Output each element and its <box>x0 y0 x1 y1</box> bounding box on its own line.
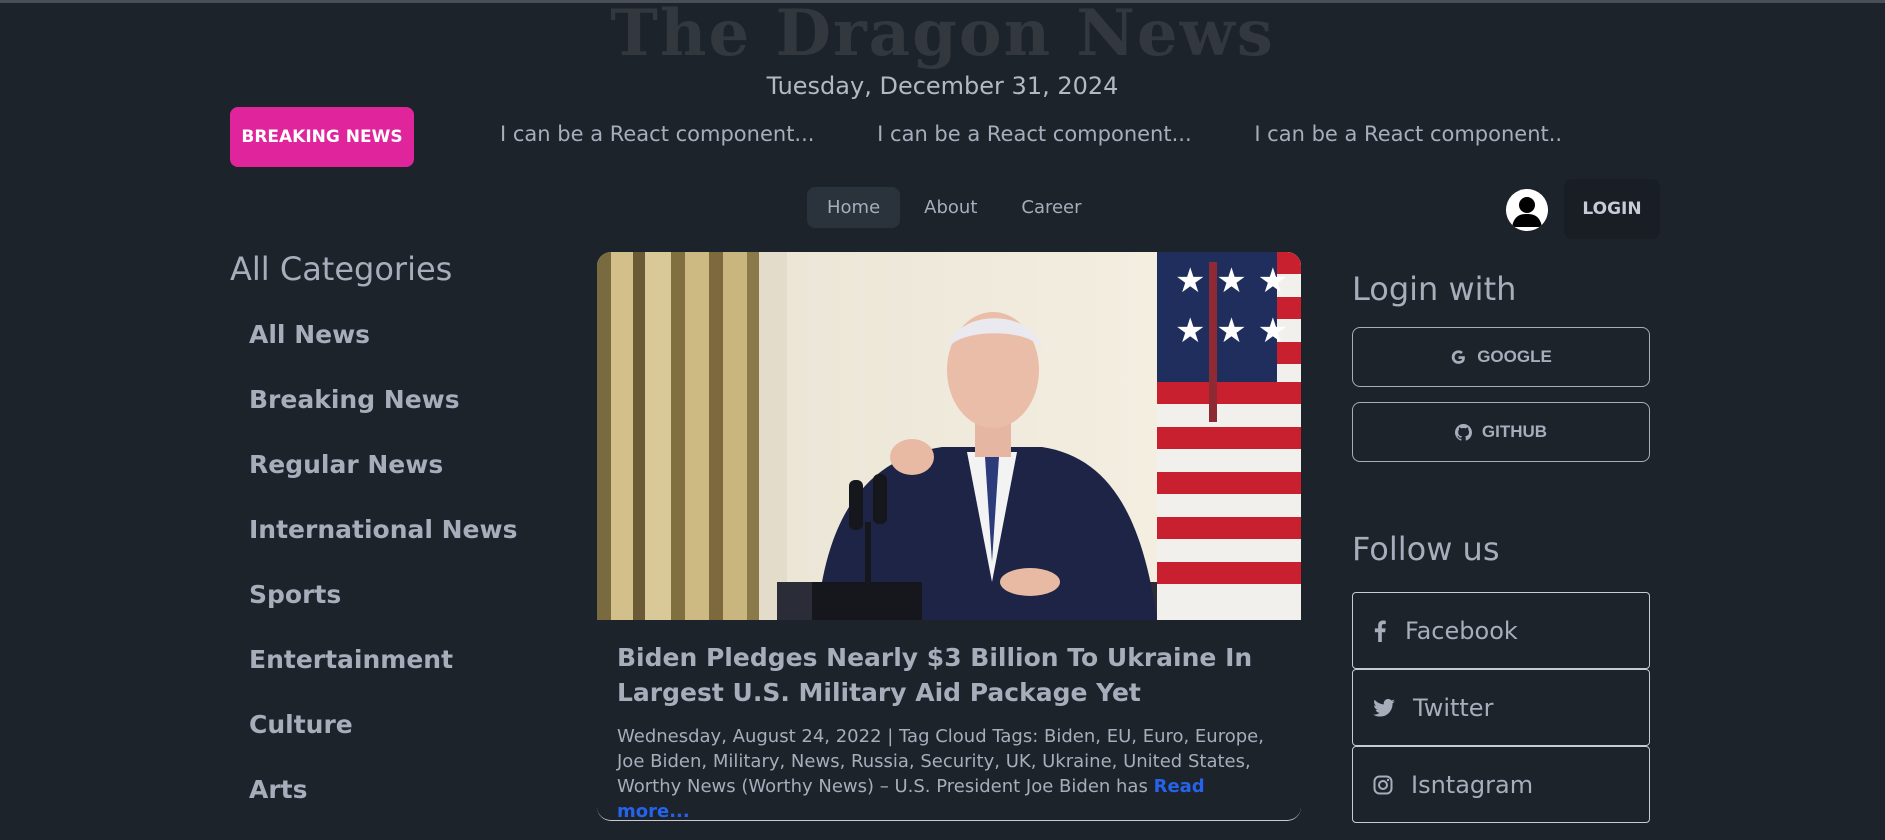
login-button[interactable]: LOGIN <box>1564 179 1660 239</box>
twitter-label: Twitter <box>1413 693 1494 722</box>
google-login-button[interactable]: GOOGLE <box>1352 327 1650 387</box>
login-with-title: Login with <box>1352 270 1517 308</box>
facebook-icon <box>1373 619 1387 642</box>
svg-text:★ ★ ★: ★ ★ ★ <box>1175 311 1288 351</box>
facebook-link[interactable]: Facebook <box>1352 592 1650 669</box>
category-list: All News Breaking News Regular News Inte… <box>249 320 518 840</box>
github-icon <box>1454 423 1472 441</box>
category-entertainment[interactable]: Entertainment <box>249 645 518 710</box>
category-breaking-news[interactable]: Breaking News <box>249 385 518 450</box>
instagram-icon <box>1373 775 1393 795</box>
news-card: ★ ★ ★ ★ ★ ★ Biden Pledges Nearly $3 Bill… <box>597 252 1301 821</box>
news-image: ★ ★ ★ ★ ★ ★ <box>597 252 1301 620</box>
breaking-news-badge[interactable]: BREAKING NEWS <box>230 107 414 167</box>
news-title[interactable]: Biden Pledges Nearly $3 Billion To Ukrai… <box>617 640 1287 710</box>
category-all-news[interactable]: All News <box>249 320 518 385</box>
news-description: Wednesday, August 24, 2022 | Tag Cloud T… <box>617 724 1282 820</box>
category-sports[interactable]: Sports <box>249 580 518 645</box>
follow-us-title: Follow us <box>1352 530 1500 568</box>
nav-home[interactable]: Home <box>807 187 901 228</box>
category-international-news[interactable]: International News <box>249 515 518 580</box>
main-nav: Home About Career <box>807 187 1102 228</box>
nav-career[interactable]: Career <box>1001 187 1101 228</box>
user-avatar-icon[interactable] <box>1506 189 1548 231</box>
github-label: GITHUB <box>1481 422 1548 441</box>
twitter-link[interactable]: Twitter <box>1352 669 1650 746</box>
twitter-icon <box>1373 698 1395 717</box>
category-regular-news[interactable]: Regular News <box>249 450 518 515</box>
current-date: Tuesday, December 31, 2024 <box>766 72 1119 100</box>
categories-title: All Categories <box>230 250 453 288</box>
news-ticker: I can be a React component... I can be a… <box>500 122 1560 154</box>
category-culture[interactable]: Culture <box>249 710 518 775</box>
instagram-link[interactable]: Isntagram <box>1352 746 1650 823</box>
site-logo: The Dragon News <box>610 0 1275 71</box>
ticker-item[interactable]: I can be a React component... <box>1254 122 1560 146</box>
facebook-label: Facebook <box>1405 616 1518 645</box>
instagram-label: Isntagram <box>1411 770 1534 799</box>
nav-about[interactable]: About <box>904 187 997 228</box>
github-login-button[interactable]: GITHUB <box>1352 402 1650 462</box>
google-icon <box>1450 349 1467 366</box>
category-arts[interactable]: Arts <box>249 775 518 840</box>
ticker-item[interactable]: I can be a React component... <box>877 122 1191 146</box>
ticker-item[interactable]: I can be a React component... <box>500 122 814 146</box>
google-label: GOOGLE <box>1477 347 1552 366</box>
svg-text:★ ★ ★: ★ ★ ★ <box>1175 261 1288 301</box>
